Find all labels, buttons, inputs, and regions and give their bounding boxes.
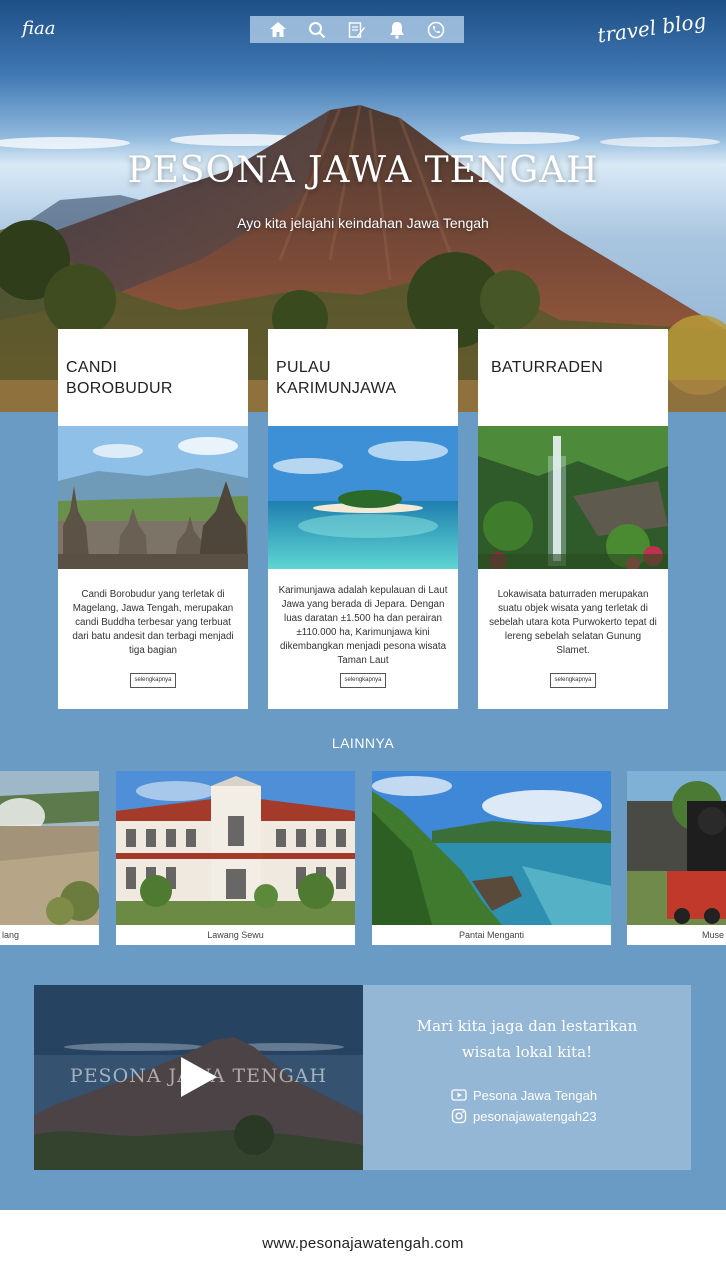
card-description: Lokawisata baturraden merupakan suatu ob… [489,589,657,656]
gallery-item[interactable]: Lawang Sewu [116,771,355,945]
play-icon[interactable] [179,1055,219,1099]
gallery-image-dieng [0,771,99,925]
card-karimunjawa: PULAU KARIMUNJAWA Karimunjawa adalah kep… [268,329,458,709]
karimunjawa-image [268,426,458,569]
gallery-image-museum [627,771,726,925]
card-description: Candi Borobudur yang terletak di Magelan… [72,589,234,656]
selengkapnya-button[interactable]: selengkapnya [550,673,596,688]
info-message: Mari kita jaga dan lestarikan wisata lok… [363,1013,691,1065]
gallery-item[interactable]: Pantai Menganti [372,771,611,945]
video-player[interactable]: PESONA JAWA TENGAH [34,985,363,1170]
borobudur-image [58,426,248,569]
youtube-link[interactable]: Pesona Jawa Tengah [451,1087,597,1103]
gallery-caption: lang [2,930,20,940]
nav-bar [250,16,464,43]
hero-title: PESONA JAWA TENGAH [127,150,599,191]
instagram-icon [451,1108,467,1124]
instagram-label: pesonajawatengah23 [473,1108,597,1124]
gallery-caption: Lawang Sewu [207,930,264,940]
gallery-image-pantai-menganti [372,771,611,925]
phone-icon[interactable] [425,19,447,41]
gallery-caption: Pantai Menganti [458,930,525,940]
youtube-icon [451,1089,467,1101]
logo-fiaa[interactable]: fiaa [22,18,55,39]
selengkapnya-button[interactable]: selengkapnya [130,673,176,688]
youtube-label: Pesona Jawa Tengah [473,1087,598,1103]
card-title: CANDI BOROBUDUR [66,359,173,397]
bell-icon[interactable] [386,19,408,41]
gallery-image-lawang-sewu [116,771,355,925]
footer: www.pesonajawatengah.com [0,1210,726,1280]
section-title-lainnya: LAINNYA [331,735,395,751]
home-icon[interactable] [267,19,289,41]
website-link[interactable]: www.pesonajawatengah.com [262,1235,463,1252]
info-line-1: Mari kita jaga dan lestarikan [416,1017,638,1035]
card-description: Karimunjawa adalah kepulauan di Laut Jaw… [278,585,448,666]
card-title: BATURRADEN [491,359,604,376]
instagram-link[interactable]: pesonajawatengah23 [451,1108,597,1124]
gallery-item[interactable]: Muse [627,771,726,945]
info-line-2: wisata lokal kita! [461,1043,593,1061]
gallery-item[interactable]: lang [0,771,99,945]
hero-subtitle: Ayo kita jelajahi keindahan Jawa Tengah [237,215,489,231]
edit-icon[interactable] [346,19,368,41]
card-baturraden: BATURRADEN Lokawisata baturraden merupak… [478,329,668,709]
info-panel: Mari kita jaga dan lestarikan wisata lok… [363,985,691,1170]
baturraden-image [478,426,668,569]
selengkapnya-button[interactable]: selengkapnya [340,673,386,688]
card-title: PULAU KARIMUNJAWA [276,359,397,397]
card-borobudur: CANDI BOROBUDUR Candi Borobudur yang ter… [58,329,248,709]
gallery-caption: Muse [701,930,724,940]
search-icon[interactable] [306,19,328,41]
